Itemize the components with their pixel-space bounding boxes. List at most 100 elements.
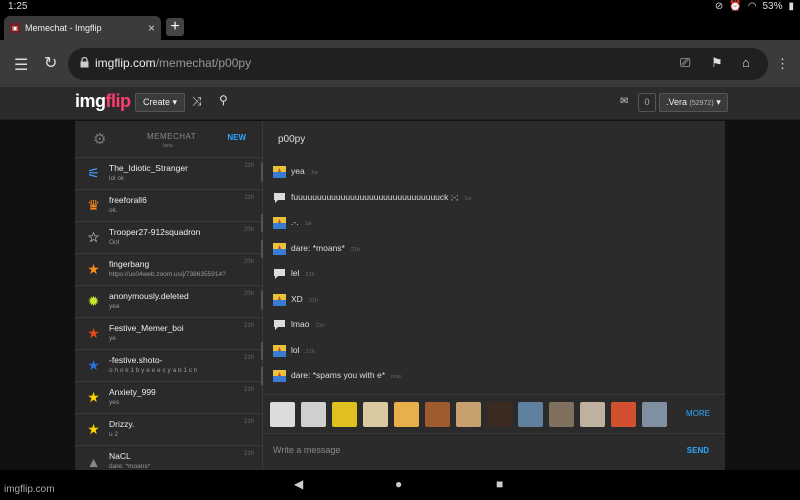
- speech-bubble-icon: [274, 269, 285, 279]
- cast-icon[interactable]: ⎚: [680, 55, 690, 71]
- imgflip-logo[interactable]: imgflip: [75, 91, 131, 112]
- message-text: lol: [291, 344, 300, 355]
- chat-user-name: -festive.shoto-: [109, 355, 163, 365]
- sidebar-chat-item[interactable]: ⚟ The_Idiotic_Stranger lol ok 11h: [75, 158, 262, 190]
- overflow-menu-icon[interactable]: ⋮: [776, 56, 789, 72]
- chat-preview: dare: *moans*: [109, 463, 151, 470]
- message-text: dare: *moans*: [291, 242, 345, 253]
- meme-thumbnail[interactable]: [518, 402, 543, 427]
- user-points: (52972): [689, 100, 714, 107]
- user-menu-button[interactable]: .Vera (52972) ▾: [659, 93, 728, 112]
- home-icon[interactable]: ⌂: [742, 55, 750, 70]
- meme-thumbnail[interactable]: [642, 402, 667, 427]
- url-path: /memechat/p00py: [155, 56, 252, 70]
- chat-user-name: Drizzy.: [109, 419, 135, 429]
- recents-icon[interactable]: ■: [496, 477, 503, 491]
- tab-title: Memechat - Imgflip: [25, 23, 102, 33]
- wifi-icon: ◠: [747, 1, 757, 12]
- chat-time: 20h: [243, 291, 254, 297]
- search-icon[interactable]: ⚲: [219, 93, 228, 107]
- chat-user-name: Anxiety_999: [109, 387, 156, 397]
- status-time: 1:25: [8, 1, 28, 12]
- meme-thumbnail[interactable]: [611, 402, 636, 427]
- new-tab-button[interactable]: +: [166, 18, 184, 36]
- chat-panel: p00py yea 1w fuuuuuuuuuuuuuuuuuuuuuuuuuuuu…: [261, 121, 725, 470]
- create-dropdown-button[interactable]: Create ▾: [135, 93, 186, 112]
- notification-count[interactable]: 0: [638, 93, 656, 112]
- sidebar-chat-item[interactable]: ★ Festive_Memer_boi ye 21h: [75, 318, 262, 350]
- user-avatar-icon: [273, 166, 286, 178]
- chat-preview: https://us04web.zoom.us/j/7386355914?: [109, 271, 226, 278]
- send-button[interactable]: SEND: [687, 446, 709, 455]
- bookmark-icon[interactable]: ⚑: [711, 55, 723, 71]
- sidebar-chat-item[interactable]: ♛ freeforall6 ok. 11h: [75, 190, 262, 222]
- more-memes-link[interactable]: MORE: [686, 409, 710, 418]
- sidebar-chat-item[interactable]: ☆ Trooper27-912squadron Oof 20h: [75, 222, 262, 254]
- meme-thumbnail[interactable]: [270, 402, 295, 427]
- battery-level: 53%: [762, 1, 783, 12]
- gear-icon[interactable]: ⚙: [93, 130, 106, 148]
- speech-bubble-icon: [274, 192, 285, 203]
- meme-thumbnail[interactable]: [580, 402, 605, 427]
- address-bar[interactable]: imgflip.com/memechat/p00py ⎚ ⚑ ⌂: [68, 48, 768, 80]
- mail-icon[interactable]: ✉: [620, 96, 628, 107]
- sidebar-chat-item[interactable]: ▲ NaCL dare: *moans* 21h: [75, 446, 262, 470]
- message-time: 21h: [305, 348, 315, 355]
- android-nav-bar: ◀ ● ■: [0, 470, 800, 500]
- message-time: 1w: [310, 170, 318, 176]
- meme-thumbnail[interactable]: [301, 402, 326, 427]
- meme-thumbnail[interactable]: [394, 402, 419, 427]
- chat-title: p00py: [278, 134, 306, 145]
- battery-icon: ▮: [788, 1, 794, 12]
- chat-time: 21h: [243, 387, 254, 393]
- back-icon[interactable]: ◀: [294, 477, 303, 491]
- meme-thumbnail[interactable]: [332, 402, 357, 427]
- message-divider: [261, 239, 263, 258]
- message-divider: [261, 290, 263, 309]
- logo-img-text: img: [75, 91, 106, 111]
- message-text: lel: [291, 268, 300, 278]
- alarm-icon: ⏰: [729, 1, 742, 12]
- meme-thumbnail[interactable]: [549, 402, 574, 427]
- chat-message: lmao 21h: [263, 314, 723, 336]
- meme-thumbnail[interactable]: [456, 402, 481, 427]
- chat-message: dare: *spams you with e* now: [261, 365, 723, 387]
- shuffle-icon[interactable]: ⤨: [192, 94, 202, 109]
- message-text: .-.: [291, 217, 299, 227]
- message-text: lmao: [291, 319, 310, 329]
- chat-user-name: anonymously.deleted: [109, 291, 189, 301]
- browser-tab-strip: ▣ Memechat - Imgflip × +: [0, 14, 800, 40]
- hamburger-menu-icon[interactable]: ☰: [14, 55, 28, 75]
- reload-icon[interactable]: ↻: [44, 53, 57, 73]
- chevron-down-icon: ▾: [716, 97, 721, 107]
- message-time: 1w: [304, 221, 312, 227]
- chat-time: 21h: [243, 355, 254, 361]
- message-divider: [261, 163, 263, 181]
- sidebar-chat-item[interactable]: ★ fingerbang https://us04web.zoom.us/j/738…: [75, 254, 262, 286]
- message-input[interactable]: Write a message: [273, 445, 340, 455]
- url-text[interactable]: imgflip.com/memechat/p00py: [95, 56, 251, 70]
- speech-bubble-icon: [274, 320, 285, 330]
- message-divider: [261, 367, 263, 385]
- chat-user-name: freeforall6: [109, 195, 147, 205]
- browser-tab[interactable]: ▣ Memechat - Imgflip ×: [4, 16, 161, 40]
- chat-user-name: Festive_Memer_boi: [109, 323, 184, 333]
- triangle-icon: ▲: [86, 453, 101, 470]
- meme-thumbnail[interactable]: [487, 402, 512, 427]
- new-chat-button[interactable]: NEW: [227, 133, 246, 142]
- sidebar-chat-item[interactable]: ★ Anxiety_999 yes 21h: [75, 382, 262, 414]
- message-text: fuuuuuuuuuuuuuuuuuuuuuuuuuuuuuuuck ;-;: [291, 191, 459, 202]
- meme-thumbnail[interactable]: [363, 402, 388, 427]
- dnd-icon: ⊘: [714, 1, 724, 12]
- sidebar-chat-item[interactable]: ★ -festive.shoto-o h o k 1 b y e e e c y …: [75, 350, 262, 382]
- sidebar-chat-item[interactable]: ★ Drizzy. u 2 21h: [75, 414, 262, 446]
- username: .Vera: [666, 97, 688, 107]
- meme-thumbnail[interactable]: [425, 402, 450, 427]
- logo-flip-text: flip: [105, 91, 132, 111]
- chat-message: yea 1w: [261, 161, 723, 183]
- star-icon: ★: [87, 357, 100, 373]
- close-tab-icon[interactable]: ×: [148, 21, 155, 35]
- user-avatar-icon: [273, 370, 286, 382]
- home-circle-icon[interactable]: ●: [395, 477, 402, 491]
- sidebar-chat-item[interactable]: ✹ anonymously.deleted yea 20h: [75, 286, 262, 318]
